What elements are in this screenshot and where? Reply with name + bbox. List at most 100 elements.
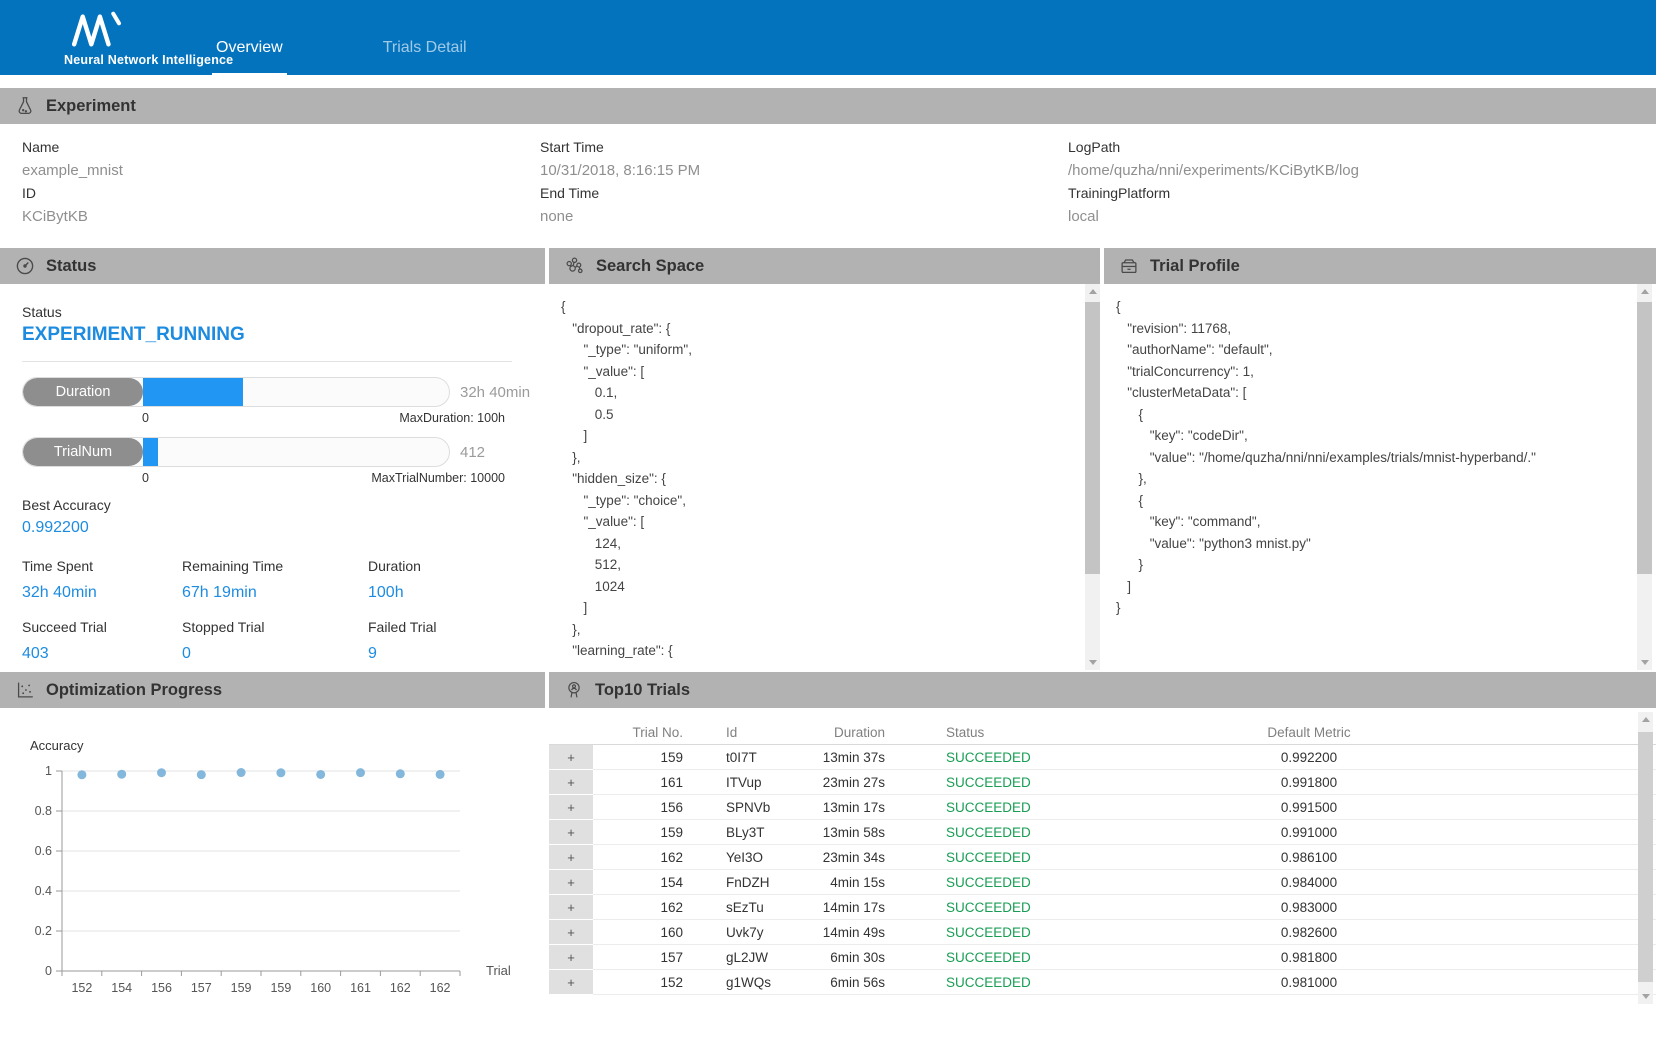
progress-row: TrialNum412: [22, 437, 545, 467]
scatter-point: [276, 768, 285, 777]
tab-trials-detail[interactable]: Trials Detail: [379, 39, 471, 75]
json-line: ]: [561, 597, 1080, 619]
progress-label-chip: Duration: [23, 378, 143, 406]
best-accuracy-label: Best Accuracy: [22, 497, 545, 513]
expand-plus-icon: +: [567, 875, 575, 890]
expand-cell[interactable]: +: [549, 770, 593, 794]
expand-cell[interactable]: +: [549, 795, 593, 819]
optimization-section-header: Optimization Progress: [0, 672, 545, 708]
expand-cell[interactable]: +: [549, 820, 593, 844]
progress-max-label: MaxDuration: 100h: [399, 411, 505, 425]
progress-minmax: 0MaxTrialNumber: 10000: [142, 471, 505, 485]
table-row[interactable]: +152g1WQs6min 56sSUCCEEDED0.981000: [549, 970, 1656, 995]
cell-status: SUCCEEDED: [885, 945, 1189, 970]
progress-fill: [143, 378, 243, 406]
field-label: Name: [22, 136, 540, 159]
scroll-down-arrow[interactable]: [1085, 654, 1100, 670]
brand-title: Neural Network Intelligence: [64, 53, 233, 67]
search-space-scrollbar[interactable]: [1085, 284, 1100, 670]
scroll-down-arrow[interactable]: [1638, 988, 1653, 1004]
json-line: "value": "/home/quzha/nni/nni/examples/t…: [1116, 447, 1636, 469]
experiment-column: LogPath/home/quzha/nni/experiments/KCiBy…: [1068, 136, 1656, 228]
json-line: ]: [1116, 576, 1636, 598]
json-line: {: [1116, 296, 1636, 318]
stat-label: Succeed Trial: [22, 616, 182, 639]
json-line: "key": "command",: [1116, 511, 1636, 533]
optimization-section-title: Optimization Progress: [46, 681, 222, 700]
table-row[interactable]: +159t0I7T13min 37sSUCCEEDED0.992200: [549, 745, 1656, 770]
scroll-down-arrow[interactable]: [1637, 654, 1652, 670]
table-row[interactable]: +159BLy3T13min 58sSUCCEEDED0.991000: [549, 820, 1656, 845]
expand-column-header: [549, 720, 593, 745]
expand-cell[interactable]: +: [549, 745, 593, 769]
top10-scrollbar[interactable]: [1638, 712, 1653, 1004]
top10-section-title: Top10 Trials: [595, 681, 690, 700]
progress-value: 32h 40min: [460, 384, 530, 401]
status-field-label: Status: [22, 304, 545, 320]
table-row[interactable]: +162YeI3O23min 34sSUCCEEDED0.986100: [549, 845, 1656, 870]
json-line: "_type": "choice",: [561, 490, 1080, 512]
json-line: "value": "python3 mnist.py": [1116, 533, 1636, 555]
scroll-thumb[interactable]: [1085, 302, 1100, 574]
x-tick-label: 156: [151, 981, 172, 995]
molecule-icon: [563, 255, 586, 278]
expand-plus-icon: +: [567, 925, 575, 940]
json-line: {: [1116, 490, 1636, 512]
status-stats: Time Spent32h 40minRemaining Time67h 19m…: [22, 555, 545, 663]
expand-plus-icon: +: [567, 850, 575, 865]
cell-id: t0I7T: [683, 745, 813, 770]
table-row[interactable]: +160Uvk7y14min 49sSUCCEEDED0.982600: [549, 920, 1656, 945]
progress-track: TrialNum: [22, 437, 450, 467]
trial-profile-scrollbar[interactable]: [1637, 284, 1652, 670]
cell-default-metric: 0.981000: [1189, 970, 1429, 995]
json-line: 512,: [561, 554, 1080, 576]
cell-id: BLy3T: [683, 820, 813, 845]
field-label: ID: [22, 182, 540, 205]
cell-id: sEzTu: [683, 895, 813, 920]
table-row[interactable]: +161ITVup23min 27sSUCCEEDED0.991800: [549, 770, 1656, 795]
json-line: 0.1,: [561, 382, 1080, 404]
column-header: Trial No.: [593, 720, 683, 745]
stat-label: Stopped Trial: [182, 616, 368, 639]
table-row[interactable]: +154FnDZH4min 15sSUCCEEDED0.984000: [549, 870, 1656, 895]
expand-cell[interactable]: +: [549, 920, 593, 944]
column-header: Id: [683, 720, 813, 745]
trial-profile-panel: Trial Profile { "revision": 11768, "auth…: [1104, 248, 1656, 670]
expand-plus-icon: +: [567, 950, 575, 965]
cell-default-metric: 0.992200: [1189, 745, 1429, 770]
expand-cell[interactable]: +: [549, 870, 593, 894]
scroll-up-arrow[interactable]: [1637, 284, 1652, 300]
cell-filler: [1429, 895, 1656, 920]
scroll-thumb[interactable]: [1638, 732, 1653, 982]
json-line: "key": "codeDir",: [1116, 425, 1636, 447]
stat-label: Duration: [368, 555, 545, 578]
cell-trial-no: 161: [593, 770, 683, 795]
status-section-title: Status: [46, 257, 96, 276]
experiment-status-value: EXPERIMENT_RUNNING: [22, 324, 545, 346]
x-tick-label: 159: [231, 981, 252, 995]
json-line: },: [1116, 468, 1636, 490]
table-row[interactable]: +162sEzTu14min 17sSUCCEEDED0.983000: [549, 895, 1656, 920]
expand-cell[interactable]: +: [549, 970, 593, 994]
json-line: "_value": [: [561, 361, 1080, 383]
tab-overview[interactable]: Overview: [212, 39, 287, 75]
table-row[interactable]: +156SPNVb13min 17sSUCCEEDED0.991500: [549, 795, 1656, 820]
scroll-thumb[interactable]: [1637, 302, 1652, 574]
x-tick-label: 162: [390, 981, 411, 995]
expand-cell[interactable]: +: [549, 845, 593, 869]
stat-value: 403: [22, 645, 182, 663]
scroll-up-arrow[interactable]: [1638, 712, 1653, 728]
stat-label: Remaining Time: [182, 555, 368, 578]
experiment-column: Start Time10/31/2018, 8:16:15 PMEnd Time…: [540, 136, 1068, 228]
stat-value: 100h: [368, 584, 545, 602]
table-row[interactable]: +157gL2JW6min 30sSUCCEEDED0.981800: [549, 945, 1656, 970]
cell-status: SUCCEEDED: [885, 895, 1189, 920]
cell-duration: 13min 17s: [813, 795, 885, 820]
scatter-chart-icon: [14, 679, 36, 701]
y-tick-label: 0.6: [35, 844, 52, 858]
cell-default-metric: 0.982600: [1189, 920, 1429, 945]
scroll-up-arrow[interactable]: [1085, 284, 1100, 300]
expand-cell[interactable]: +: [549, 895, 593, 919]
expand-cell[interactable]: +: [549, 945, 593, 969]
search-space-section-title: Search Space: [596, 257, 704, 276]
